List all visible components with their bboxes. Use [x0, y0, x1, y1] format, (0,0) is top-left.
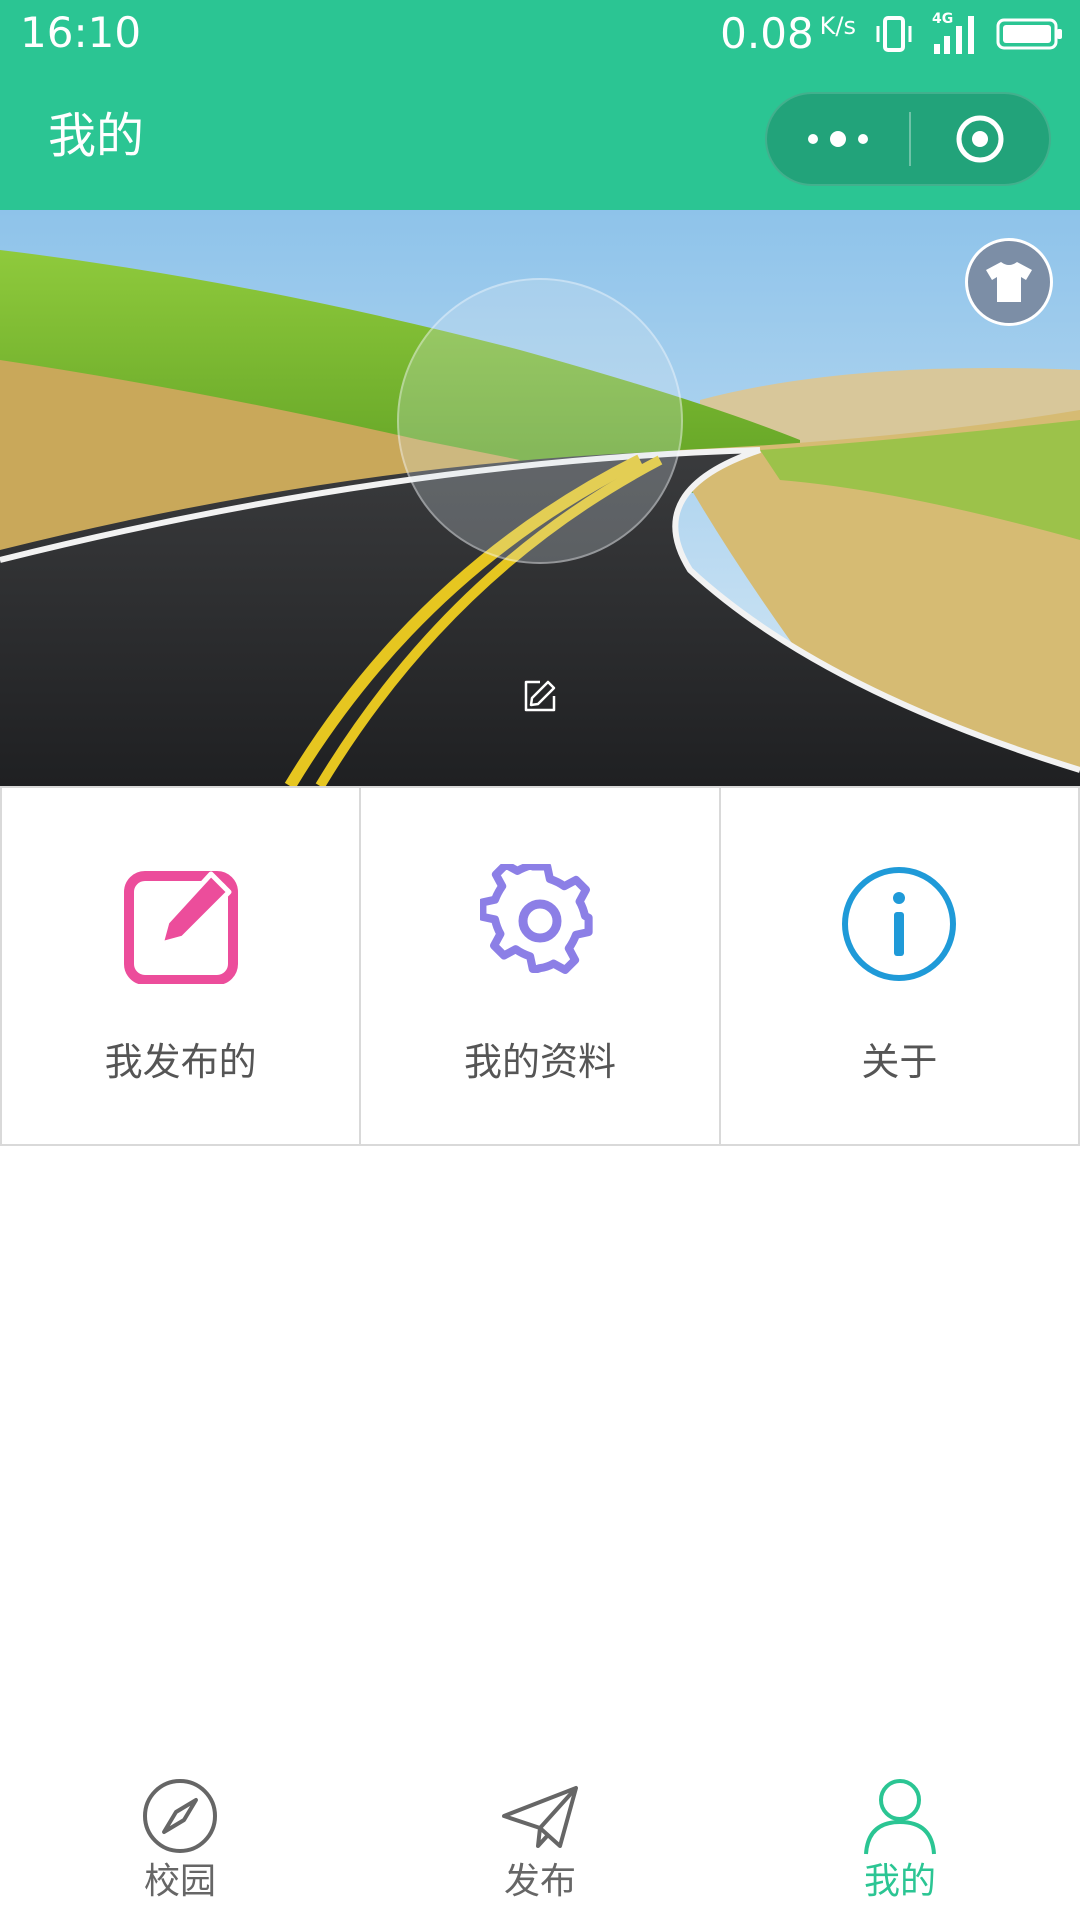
dot-icon: [808, 134, 818, 144]
tab-label: 发布: [503, 1861, 576, 1902]
battery-icon: [996, 18, 1062, 50]
menu-item-my-profile[interactable]: 我的资料: [359, 788, 718, 1144]
tab-publish[interactable]: 发布: [360, 1760, 720, 1920]
signal-icon: 4G: [932, 12, 978, 56]
tshirt-icon: [986, 262, 1032, 302]
status-right: 0.08 K/s 4G: [720, 10, 1064, 58]
page-title: 我的: [48, 108, 145, 164]
vibrate-icon: [876, 16, 912, 52]
change-theme-button[interactable]: [965, 238, 1053, 326]
menu-item-label: 我的资料: [463, 1040, 616, 1084]
avatar[interactable]: [397, 278, 683, 564]
nav-bar: 我的: [0, 66, 1080, 210]
paper-plane-icon: [502, 1786, 578, 1848]
edit-profile-icon[interactable]: [520, 676, 560, 716]
user-icon: [864, 1779, 936, 1855]
network-speed-unit: K/s: [819, 12, 856, 40]
close-miniprogram-button[interactable]: [911, 94, 1049, 184]
more-button[interactable]: [767, 94, 909, 184]
target-icon: [956, 115, 1004, 163]
edit-square-icon: [123, 871, 238, 984]
tab-bar: 校园 发布 我的: [0, 1760, 1080, 1920]
tab-label: 我的: [863, 1861, 936, 1902]
gear-icon: [479, 864, 593, 974]
miniprogram-capsule: [765, 92, 1051, 186]
menu-item-my-posts[interactable]: 我发布的: [0, 788, 359, 1144]
menu-item-about[interactable]: 关于: [718, 788, 1080, 1144]
tab-mine[interactable]: 我的: [720, 1760, 1080, 1920]
dot-icon: [858, 134, 868, 144]
status-time: 16:10: [20, 8, 142, 57]
menu-item-label: 我发布的: [104, 1040, 257, 1084]
network-speed-value: 0.08: [720, 9, 814, 58]
tab-label: 校园: [143, 1861, 216, 1902]
profile-menu-grid: 我发布的 我的资料 关于: [0, 786, 1080, 1146]
menu-item-label: 关于: [861, 1040, 938, 1084]
info-icon: [842, 867, 957, 981]
tab-campus[interactable]: 校园: [0, 1760, 360, 1920]
network-speed: 0.08 K/s: [720, 10, 856, 58]
profile-banner: [0, 210, 1080, 786]
compass-icon: [143, 1779, 217, 1853]
dot-icon: [830, 131, 846, 147]
status-bar: 16:10 0.08 K/s 4G: [0, 0, 1080, 66]
